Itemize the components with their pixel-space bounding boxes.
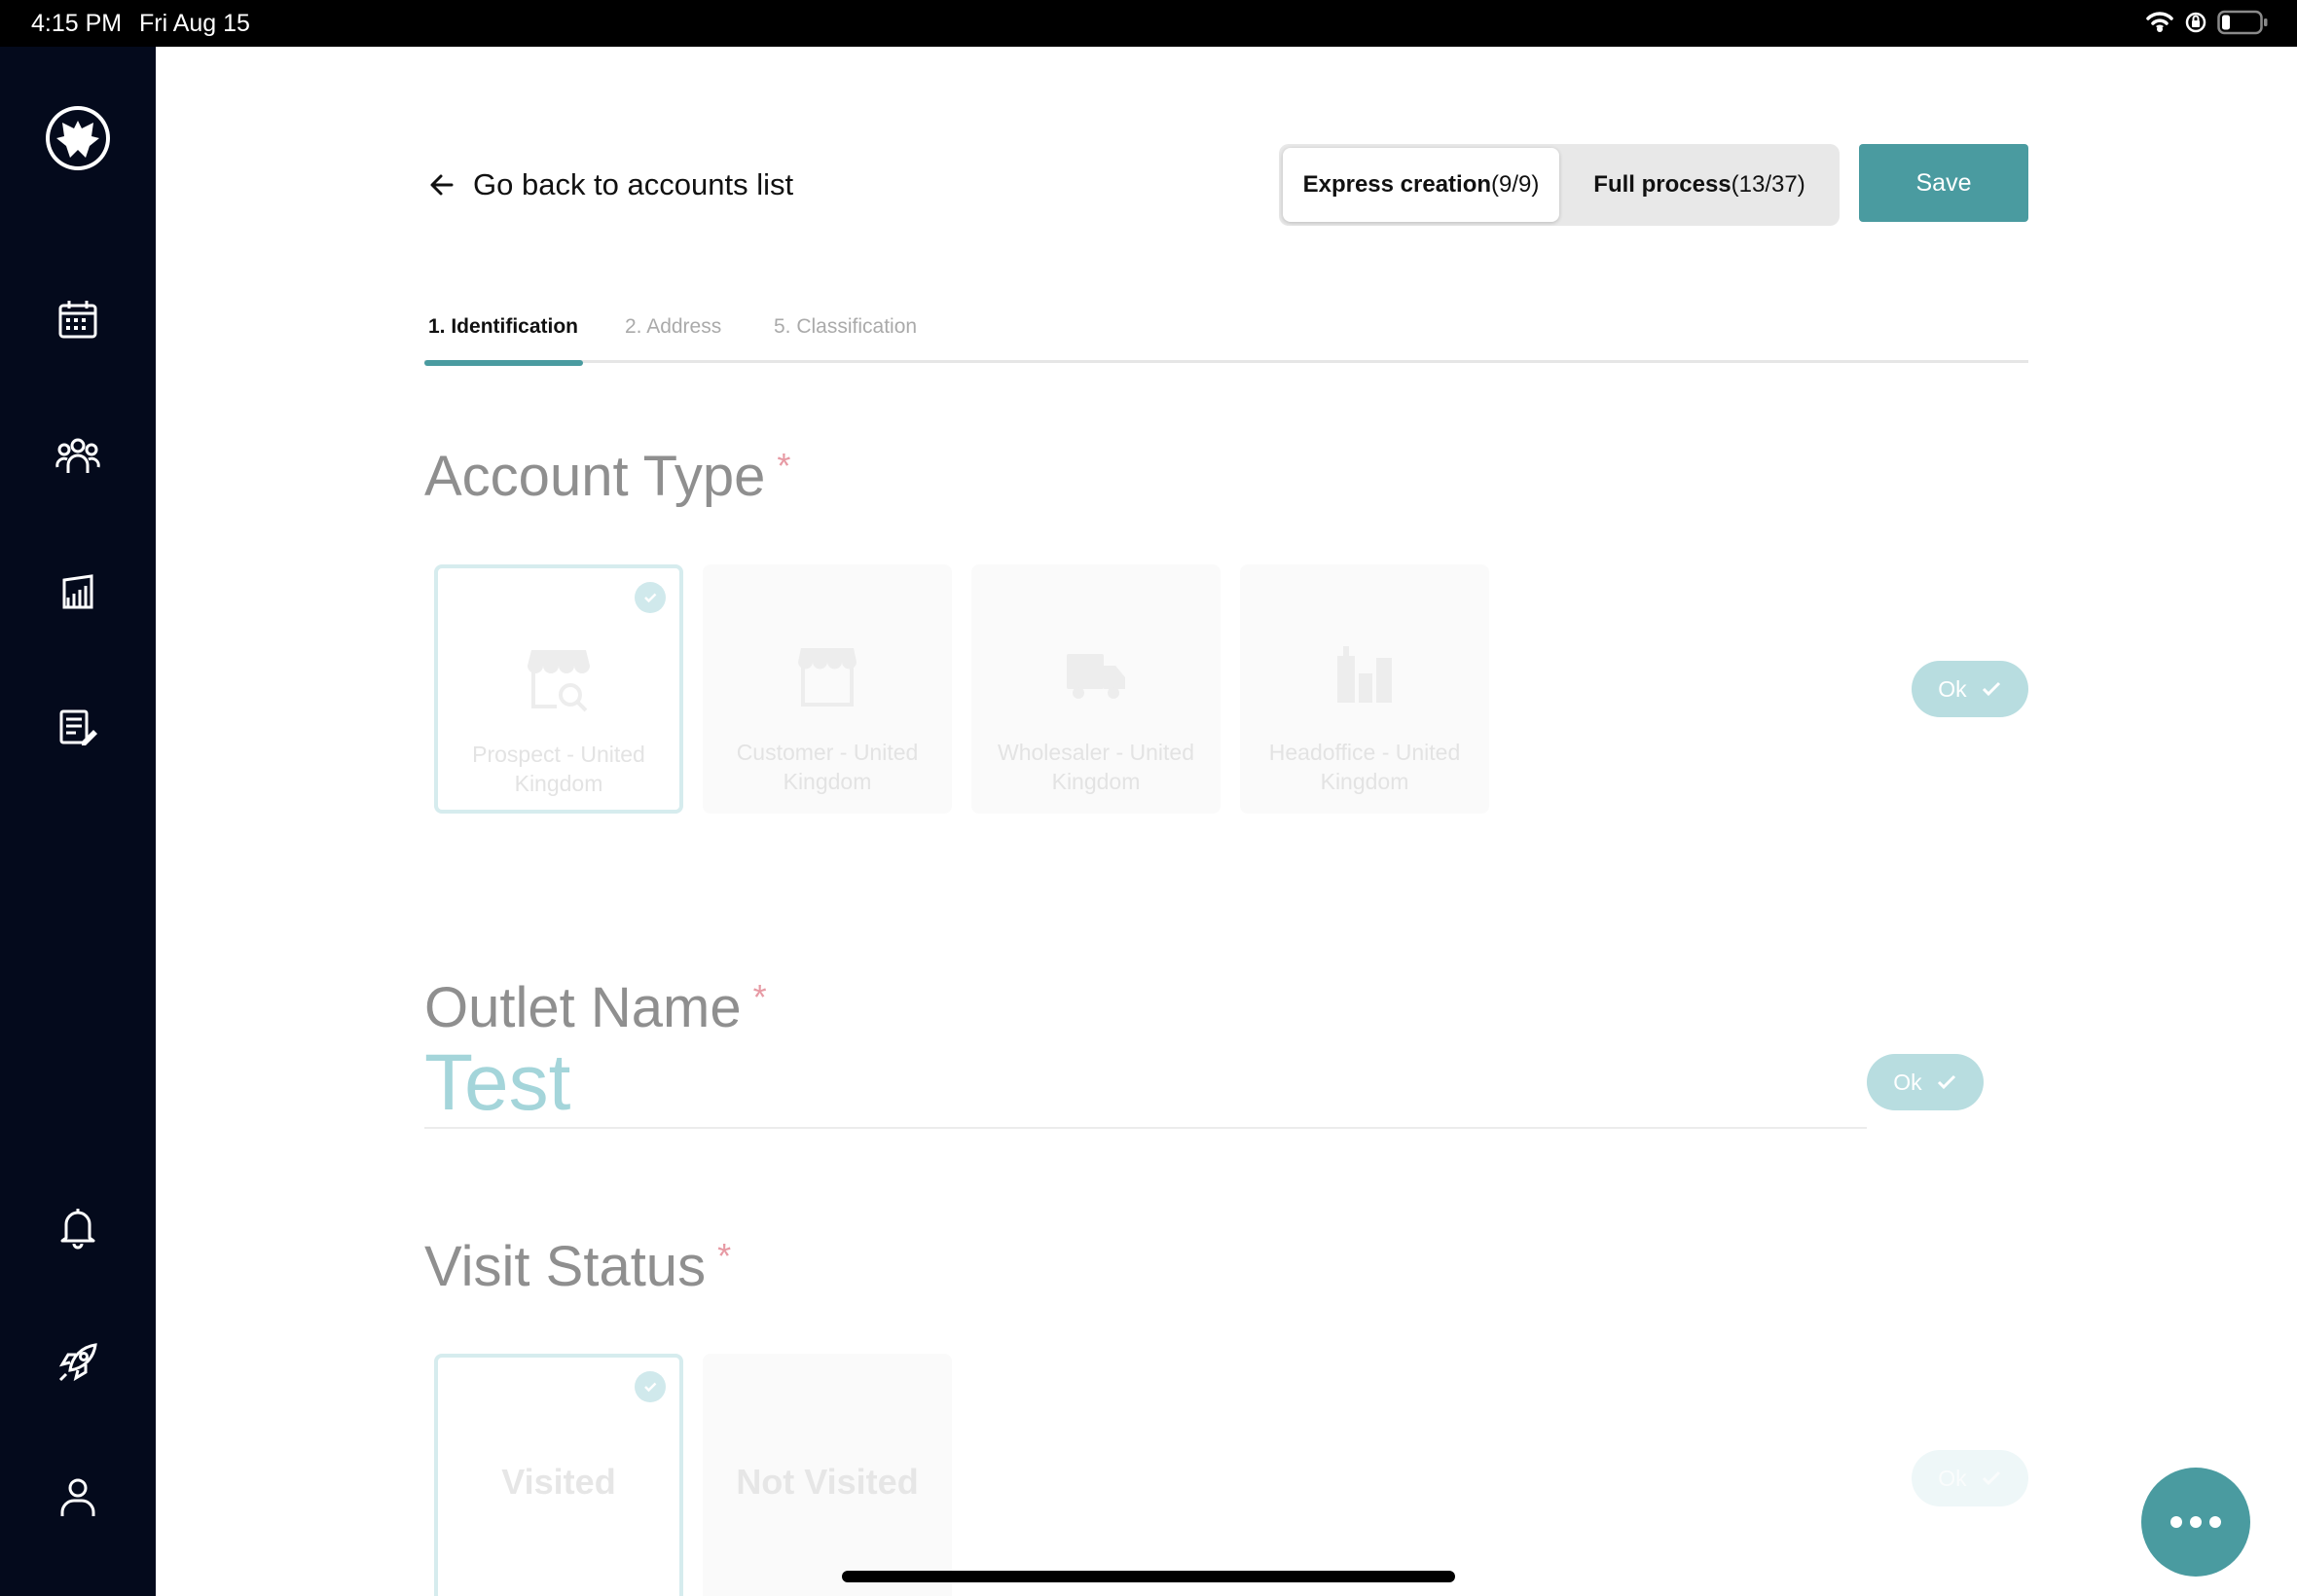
arrow-left-icon xyxy=(430,174,454,196)
back-to-accounts-link[interactable]: Go back to accounts list xyxy=(428,162,793,208)
account-type-option-wholesaler[interactable]: Wholesaler - United Kingdom xyxy=(971,564,1221,814)
bar-chart-icon[interactable] xyxy=(49,562,107,621)
dot-icon xyxy=(2209,1516,2221,1528)
option-label: Prospect - United Kingdom xyxy=(472,742,645,796)
tab-classification[interactable]: 5. Classification xyxy=(774,315,917,339)
required-mark: * xyxy=(752,977,767,1017)
outlet-name-underline xyxy=(424,1127,1867,1129)
required-mark: * xyxy=(717,1236,732,1276)
full-process-label: Full process xyxy=(1593,171,1732,198)
users-icon[interactable] xyxy=(49,426,107,485)
step-tabs: 1. Identification 2. Address 5. Classifi… xyxy=(424,309,2028,366)
outlet-name-input[interactable]: Test xyxy=(424,1037,570,1129)
battery-icon xyxy=(2217,10,2268,35)
account-type-option-customer[interactable]: Customer - United Kingdom xyxy=(703,564,952,814)
express-creation-count: (9/9) xyxy=(1491,171,1540,198)
check-icon xyxy=(1982,1470,2000,1486)
active-tab-indicator xyxy=(424,360,583,366)
check-icon xyxy=(1982,681,2000,697)
status-date: Fri Aug 15 xyxy=(139,10,250,37)
store-icon xyxy=(703,644,952,708)
dot-icon xyxy=(2170,1516,2182,1528)
account-type-ok-button[interactable]: Ok xyxy=(1912,661,2028,717)
express-creation-segment[interactable]: Express creation (9/9) xyxy=(1283,148,1559,222)
account-type-option-prospect[interactable]: Prospect - United Kingdom xyxy=(434,564,683,814)
option-label: Not Visited xyxy=(736,1462,919,1502)
required-mark: * xyxy=(777,446,791,486)
tabs-divider xyxy=(424,360,2028,363)
ok-label: Ok xyxy=(1938,1465,1967,1491)
visit-status-option-not-visited[interactable]: Not Visited xyxy=(703,1354,952,1596)
ok-label: Ok xyxy=(1893,1069,1922,1095)
check-icon xyxy=(1937,1074,1955,1090)
creation-mode-toggle: Express creation (9/9) Full process (13/37… xyxy=(1279,144,1840,226)
visit-status-ok-button[interactable]: Ok xyxy=(1912,1450,2028,1506)
rocket-icon[interactable] xyxy=(49,1333,107,1392)
tab-identification[interactable]: 1. Identification xyxy=(428,315,578,339)
status-bar: 4:15 PM Fri Aug 15 xyxy=(0,0,2297,47)
edit-document-icon[interactable] xyxy=(49,699,107,757)
wifi-icon xyxy=(2146,12,2173,32)
full-process-segment[interactable]: Full process (13/37) xyxy=(1563,148,1836,222)
sidebar xyxy=(0,47,156,1596)
dot-icon xyxy=(2190,1516,2202,1528)
bell-icon[interactable] xyxy=(49,1199,107,1257)
full-process-count: (13/37) xyxy=(1731,171,1805,198)
status-icons xyxy=(2145,10,2270,35)
check-icon xyxy=(635,582,666,613)
back-label: Go back to accounts list xyxy=(473,167,794,201)
outlet-name-heading: Outlet Name * xyxy=(424,975,767,1040)
ok-label: Ok xyxy=(1938,675,1967,702)
check-icon xyxy=(635,1371,666,1402)
option-label: Wholesaler - United Kingdom xyxy=(998,740,1194,794)
visit-status-option-visited[interactable]: Visited xyxy=(434,1354,683,1596)
account-type-option-headoffice[interactable]: Headoffice - United Kingdom xyxy=(1240,564,1489,814)
status-time: 4:15 PM xyxy=(31,10,123,37)
delivery-truck-icon xyxy=(971,650,1221,701)
home-indicator[interactable] xyxy=(842,1571,1455,1582)
option-label: Visited xyxy=(501,1462,616,1502)
office-buildings-icon xyxy=(1240,644,1489,705)
bat-logo-icon[interactable] xyxy=(43,103,113,173)
app-root: 4:15 PM Fri Aug 15 Go back to accounts l… xyxy=(0,0,2297,1596)
orientation-lock-icon xyxy=(2185,12,2206,33)
visit-status-title: Visit Status xyxy=(424,1235,707,1298)
tab-address[interactable]: 2. Address xyxy=(625,315,721,339)
option-label: Headoffice - United Kingdom xyxy=(1268,740,1461,794)
outlet-name-title: Outlet Name xyxy=(424,976,742,1039)
person-icon[interactable] xyxy=(49,1468,107,1526)
visit-status-heading: Visit Status * xyxy=(424,1234,731,1299)
outlet-name-ok-button[interactable]: Ok xyxy=(1867,1054,1984,1110)
more-actions-button[interactable] xyxy=(2141,1468,2250,1577)
express-creation-label: Express creation xyxy=(1302,171,1492,198)
store-search-icon xyxy=(438,644,679,714)
option-label: Customer - United Kingdom xyxy=(736,740,919,794)
calendar-icon[interactable] xyxy=(49,290,107,348)
account-type-heading: Account Type * xyxy=(424,444,790,509)
account-type-title: Account Type xyxy=(424,445,766,508)
save-button[interactable]: Save xyxy=(1859,144,2028,222)
